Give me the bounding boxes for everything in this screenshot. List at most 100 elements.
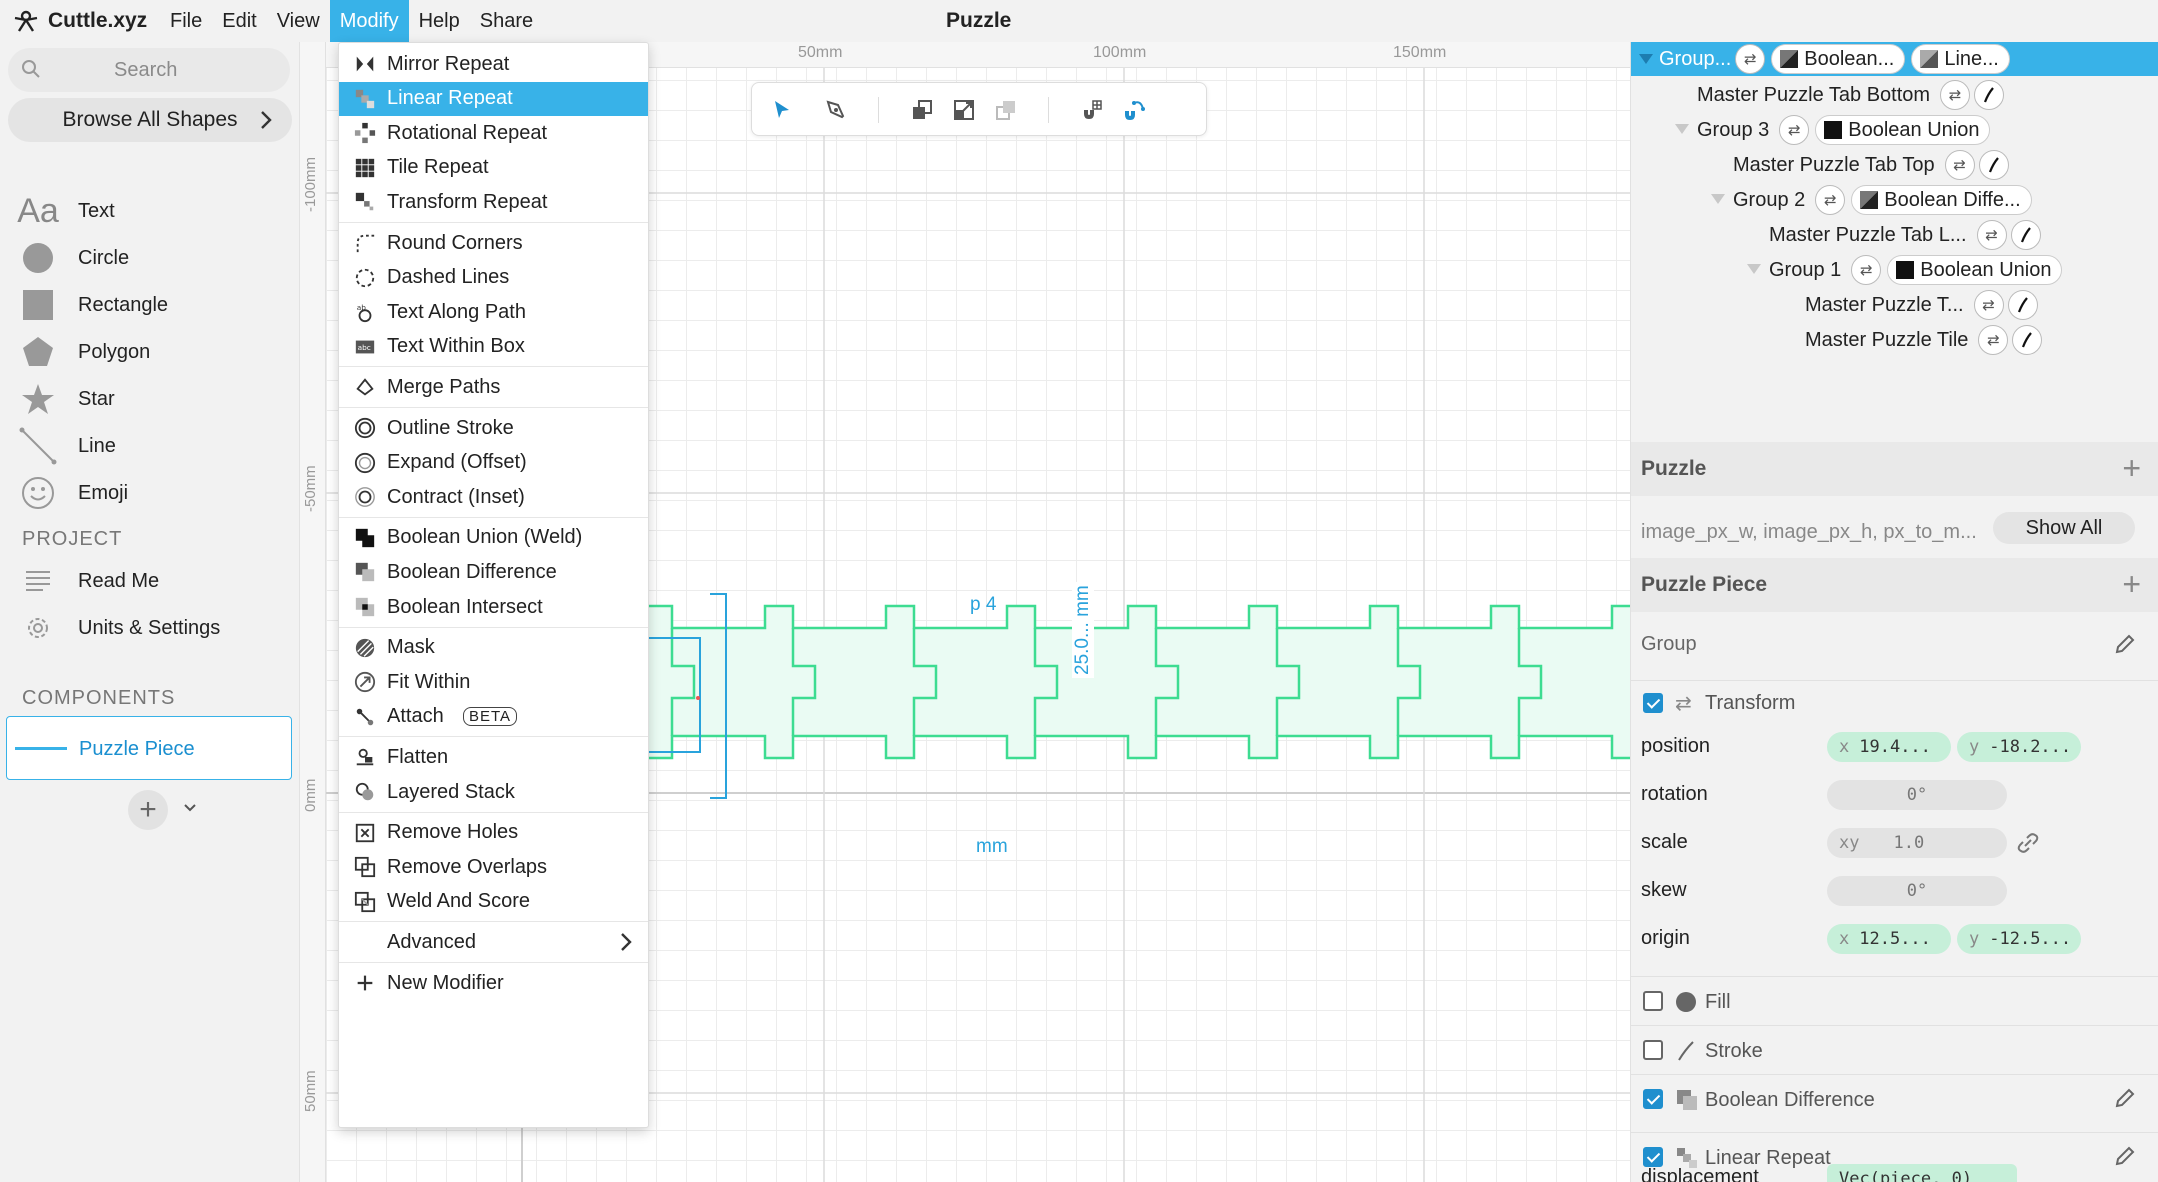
modifier-chip[interactable]: Line... xyxy=(1911,44,2010,74)
project-item-read-me[interactable]: Read Me xyxy=(0,558,300,604)
layer-row[interactable]: Master Puzzle Tab Bottom ⇄ xyxy=(1697,78,2005,112)
search-input[interactable]: Search xyxy=(8,48,290,92)
edit-pencil-icon[interactable] xyxy=(2113,1086,2137,1110)
transform-badge-icon[interactable]: ⇄ xyxy=(1973,290,2004,320)
transform-badge-icon[interactable]: ⇄ xyxy=(1779,115,1810,145)
transform-badge-icon[interactable]: ⇄ xyxy=(1940,80,1971,110)
transform-badge-icon[interactable]: ⇄ xyxy=(1976,220,2007,250)
add-parameter-button[interactable]: + xyxy=(2122,566,2141,603)
transform-badge-icon[interactable]: ⇄ xyxy=(1815,185,1846,215)
menu-item-boolean-intersect[interactable]: Boolean Intersect xyxy=(339,590,648,624)
stroke-badge-icon[interactable] xyxy=(2012,325,2043,355)
transform-badge-icon[interactable]: ⇄ xyxy=(1944,150,1975,180)
layer-row[interactable]: Group 2 ⇄ Boolean Diffe... xyxy=(1709,183,2032,217)
menu-item-dashed-lines[interactable]: Dashed Lines xyxy=(339,261,648,295)
boolean-difference-checkbox[interactable] xyxy=(1643,1089,1663,1109)
menu-item-weld-and-score[interactable]: Weld And Score xyxy=(339,885,648,919)
shape-line[interactable]: Line xyxy=(0,423,300,469)
modifier-chip[interactable]: Boolean... xyxy=(1771,44,1906,74)
menu-item-fit-within[interactable]: Fit Within xyxy=(339,665,648,699)
menu-item-flatten[interactable]: Flatten xyxy=(339,740,648,774)
menu-share[interactable]: Share xyxy=(470,0,543,42)
menu-item-text-along-path[interactable]: ab Text Along Path xyxy=(339,295,648,329)
menu-item-boolean-union-weld[interactable]: Boolean Union (Weld) xyxy=(339,521,648,555)
shape-emoji[interactable]: Emoji xyxy=(0,470,300,516)
menu-item-attach[interactable]: Attach BETA xyxy=(339,700,648,734)
caret-down-icon[interactable] xyxy=(1709,189,1727,212)
layer-row[interactable]: Master Puzzle Tab L... ⇄ xyxy=(1769,218,2041,252)
menu-edit[interactable]: Edit xyxy=(212,0,266,42)
shape-circle[interactable]: Circle xyxy=(0,235,300,281)
transform-badge-icon[interactable]: ⇄ xyxy=(1735,44,1766,74)
rotation-field[interactable]: 0° xyxy=(1827,780,2007,810)
caret-down-icon[interactable] xyxy=(1745,259,1763,282)
layer-row[interactable]: Group 1 ⇄ Boolean Union xyxy=(1745,253,2063,287)
menu-item-tile-repeat[interactable]: Tile Repeat xyxy=(339,151,648,185)
scale-button[interactable] xyxy=(947,93,981,127)
modifier-chip[interactable]: Boolean Union xyxy=(1887,255,2063,285)
select-tool-button[interactable] xyxy=(765,93,799,127)
layer-row-root[interactable]: Group... ⇄ Boolean... Line... xyxy=(1631,42,2158,76)
caret-down-icon[interactable] xyxy=(1673,119,1691,142)
shape-rectangle[interactable]: Rectangle xyxy=(0,282,300,328)
menu-help[interactable]: Help xyxy=(409,0,470,42)
menu-item-layered-stack[interactable]: Layered Stack xyxy=(339,775,648,809)
menu-item-mask[interactable]: Mask xyxy=(339,631,648,665)
menu-item-outline-stroke[interactable]: Outline Stroke xyxy=(339,411,648,445)
menu-item-mirror-repeat[interactable]: Mirror Repeat xyxy=(339,47,648,81)
stroke-badge-icon[interactable] xyxy=(1974,80,2005,110)
menu-item-text-within-box[interactable]: abc Text Within Box xyxy=(339,330,648,364)
shape-star[interactable]: Star xyxy=(0,376,300,422)
snap-grid-button[interactable] xyxy=(1075,93,1109,127)
link-icon[interactable] xyxy=(2015,830,2041,856)
send-backward-button[interactable] xyxy=(905,93,939,127)
edit-pencil-icon[interactable] xyxy=(2113,632,2137,656)
layer-row[interactable]: Master Puzzle Tile ⇄ xyxy=(1805,323,2043,357)
menu-item-transform-repeat[interactable]: Transform Repeat xyxy=(339,185,648,219)
skew-field[interactable]: 0° xyxy=(1827,876,2007,906)
layer-row[interactable]: Group 3 ⇄ Boolean Union xyxy=(1673,113,1991,147)
menu-item-round-corners[interactable]: Round Corners xyxy=(339,226,648,260)
transform-checkbox[interactable] xyxy=(1643,693,1663,713)
component-item-puzzle-piece[interactable]: Puzzle Piece xyxy=(6,716,292,780)
scale-field[interactable]: xy 1.0 xyxy=(1827,828,2007,858)
menu-item-remove-overlaps[interactable]: Remove Overlaps xyxy=(339,850,648,884)
origin-y-field[interactable]: y -12.5... xyxy=(1957,924,2081,954)
stroke-badge-icon[interactable] xyxy=(2007,290,2038,320)
layer-row[interactable]: Master Puzzle Tab Top ⇄ xyxy=(1733,148,2009,182)
stroke-checkbox[interactable] xyxy=(1643,1040,1663,1060)
menu-item-linear-repeat[interactable]: Linear Repeat xyxy=(339,81,648,116)
menu-item-rotational-repeat[interactable]: Rotational Repeat xyxy=(339,116,648,150)
layer-row[interactable]: Master Puzzle T... ⇄ xyxy=(1805,288,2038,322)
menu-item-boolean-difference[interactable]: Boolean Difference xyxy=(339,555,648,589)
fill-checkbox[interactable] xyxy=(1643,991,1663,1011)
modifier-chip[interactable]: Boolean Diffe... xyxy=(1851,185,2032,215)
menu-item-merge-paths[interactable]: Merge Paths xyxy=(339,370,648,404)
menu-item-expand-offset[interactable]: Expand (Offset) xyxy=(339,446,648,480)
pen-tool-button[interactable] xyxy=(819,93,853,127)
position-y-field[interactable]: y -18.2... xyxy=(1957,732,2081,762)
project-item-units-settings[interactable]: Units & Settings xyxy=(0,605,300,651)
shape-text[interactable]: Aa Text xyxy=(0,188,300,234)
transform-badge-icon[interactable]: ⇄ xyxy=(1978,325,2009,355)
add-component-button[interactable]: + xyxy=(128,790,168,830)
bring-forward-button[interactable] xyxy=(989,93,1023,127)
origin-x-field[interactable]: x 12.5... xyxy=(1827,924,1951,954)
stroke-badge-icon[interactable] xyxy=(2010,220,2041,250)
show-all-button[interactable]: Show All xyxy=(1993,512,2135,544)
menu-item-new-modifier[interactable]: New Modifier xyxy=(339,966,648,1000)
menu-item-advanced[interactable]: Advanced xyxy=(339,925,648,959)
browse-all-shapes-button[interactable]: Browse All Shapes xyxy=(8,98,292,142)
snap-geometry-button[interactable] xyxy=(1117,93,1151,127)
menu-item-remove-holes[interactable]: Remove Holes xyxy=(339,816,648,850)
add-parameter-button[interactable]: + xyxy=(2122,450,2141,487)
displacement-field[interactable]: Vec(piece, 0) xyxy=(1827,1164,2017,1182)
menu-file[interactable]: File xyxy=(160,0,212,42)
modifier-chip[interactable]: Boolean Union xyxy=(1815,115,1991,145)
app-logo[interactable]: Cuttle.xyz xyxy=(0,7,160,35)
chevron-down-icon[interactable] xyxy=(182,800,198,816)
transform-badge-icon[interactable]: ⇄ xyxy=(1851,255,1882,285)
menu-modify[interactable]: Modify xyxy=(329,0,409,42)
shape-polygon[interactable]: Polygon xyxy=(0,329,300,375)
menu-view[interactable]: View xyxy=(267,0,330,42)
